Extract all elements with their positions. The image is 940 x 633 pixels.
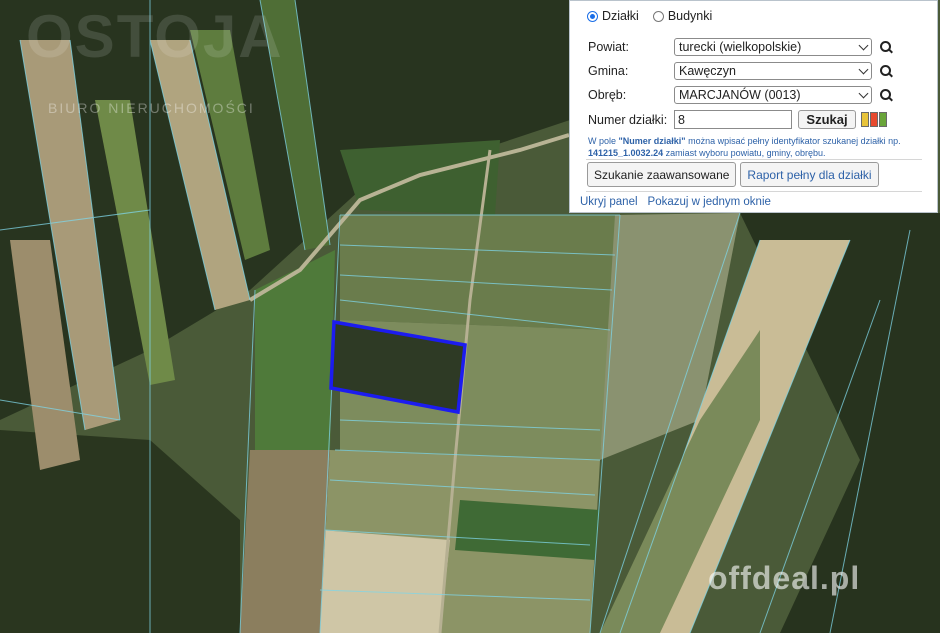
szukaj-button[interactable]: Szukaj <box>798 110 856 129</box>
field <box>240 450 330 633</box>
watermark-logo: OSTOJA <box>26 3 284 70</box>
gmina-value: Kawęczyn <box>679 64 736 78</box>
search-icon[interactable] <box>879 40 893 54</box>
divider <box>586 159 922 160</box>
radio-dzialki[interactable] <box>587 10 598 22</box>
field <box>455 500 600 560</box>
chevron-down-icon <box>858 88 869 98</box>
hint-part: zamiast wyboru powiatu, gminy, obrębu. <box>663 148 826 158</box>
hide-panel-link[interactable]: Ukryj panel <box>580 196 638 208</box>
action-buttons: Szukanie zaawansowane Raport pełny dla d… <box>587 162 883 187</box>
gmina-select[interactable]: Kawęczyn <box>674 62 872 80</box>
advanced-search-button[interactable]: Szukanie zaawansowane <box>587 162 737 187</box>
watermark-subtitle: BIURO NIERUCHOMOŚCI <box>48 100 255 116</box>
hint-part: można wpisać pełny identyfikator szukane… <box>685 136 901 146</box>
search-icon[interactable] <box>879 88 893 102</box>
numer-dzialki-input[interactable]: 8 <box>674 110 792 129</box>
powiat-value: turecki (wielkopolskie) <box>679 40 802 54</box>
radio-dzialki-label[interactable]: Działki <box>602 9 639 23</box>
hint-text: W pole "Numer działki" można wpisać pełn… <box>588 135 928 159</box>
powiat-row: Powiat: turecki (wielkopolskie) <box>588 38 893 56</box>
powiat-select[interactable]: turecki (wielkopolskie) <box>674 38 872 56</box>
powiat-label: Powiat: <box>588 40 629 54</box>
hint-example-id: 141215_1.0032.24 <box>588 148 664 158</box>
divider <box>586 191 922 192</box>
obreb-row: Obręb: MARCJANÓW (0013) <box>588 86 893 104</box>
obreb-label: Obręb: <box>588 88 627 102</box>
radio-budynki-label[interactable]: Budynki <box>668 9 712 23</box>
single-window-link[interactable]: Pokazuj w jednym oknie <box>648 196 771 208</box>
radio-budynki[interactable] <box>652 10 664 22</box>
color-swatch-red[interactable] <box>870 112 878 127</box>
chevron-down-icon <box>858 40 869 50</box>
color-swatch-green[interactable] <box>879 112 887 127</box>
color-swatch-yellow[interactable] <box>861 112 869 127</box>
hint-field-name: "Numer działki" <box>618 136 686 146</box>
full-report-button[interactable]: Raport pełny dla działki <box>740 162 879 187</box>
field <box>320 530 450 633</box>
numer-label: Numer działki: <box>588 112 668 127</box>
color-legend <box>861 112 888 127</box>
search-icon[interactable] <box>879 64 893 78</box>
gmina-row: Gmina: Kawęczyn <box>588 62 893 80</box>
numer-row: Numer działki: 8 Szukaj <box>588 110 888 129</box>
field <box>340 140 500 215</box>
chevron-down-icon <box>858 64 869 74</box>
search-panel: Działki Budynki Powiat: turecki (wielkop… <box>569 0 938 213</box>
obreb-select[interactable]: MARCJANÓW (0013) <box>674 86 872 104</box>
watermark-offdeal: offdeal.pl <box>708 560 861 596</box>
gmina-label: Gmina: <box>588 64 629 78</box>
obreb-value: MARCJANÓW (0013) <box>679 88 801 102</box>
hint-part: W pole <box>588 136 619 146</box>
panel-links: Ukryj panel Pokazuj w jednym oknie <box>580 196 781 208</box>
search-type-radios: Działki Budynki <box>587 9 726 23</box>
